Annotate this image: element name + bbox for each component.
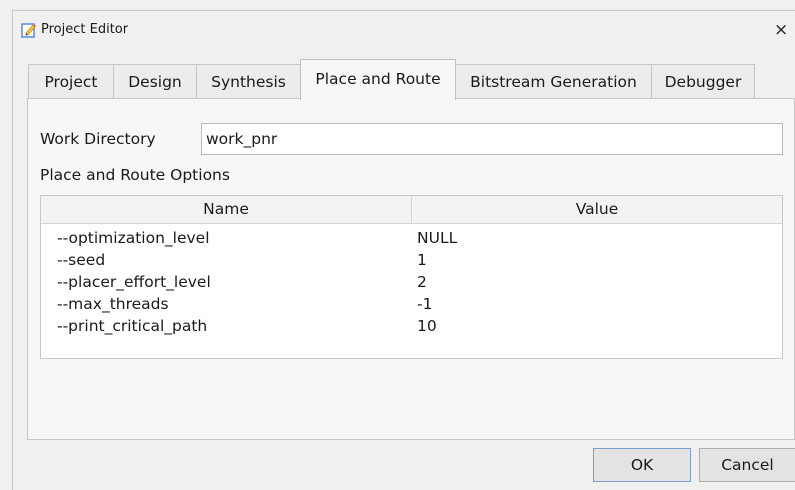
option-value[interactable]: 2 <box>417 271 427 293</box>
option-name: --max_threads <box>57 295 169 313</box>
tab-bitstream-generation[interactable]: Bitstream Generation <box>455 64 652 98</box>
option-name: --optimization_level <box>57 229 210 247</box>
table-row[interactable]: --max_threads -1 <box>41 293 782 315</box>
option-value[interactable]: -1 <box>417 293 432 315</box>
table-row[interactable]: --print_critical_path 10 <box>41 315 782 337</box>
title-bar: Project Editor × <box>13 11 795 49</box>
options-table: Name Value --optimization_level NULL --s… <box>40 195 783 359</box>
table-header: Name Value <box>41 196 782 224</box>
tab-debugger[interactable]: Debugger <box>651 64 755 98</box>
option-value[interactable]: 1 <box>417 249 427 271</box>
work-directory-input[interactable] <box>201 123 783 155</box>
table-row[interactable]: --optimization_level NULL <box>41 227 782 249</box>
option-value[interactable]: 10 <box>417 315 437 337</box>
option-value[interactable]: NULL <box>417 227 457 249</box>
table-row[interactable]: --placer_effort_level 2 <box>41 271 782 293</box>
dialog-footer: OK Cancel <box>13 440 795 490</box>
close-button[interactable]: × <box>774 17 795 43</box>
option-name: --placer_effort_level <box>57 273 211 291</box>
option-name: --seed <box>57 251 106 269</box>
tab-project[interactable]: Project <box>28 64 114 98</box>
table-row[interactable]: --seed 1 <box>41 249 782 271</box>
work-directory-label: Work Directory <box>40 130 156 148</box>
project-editor-window: Project Editor × Project Design Synthesi… <box>12 10 795 490</box>
cancel-button[interactable]: Cancel <box>699 448 795 482</box>
edit-document-icon <box>21 22 37 38</box>
tab-synthesis[interactable]: Synthesis <box>196 64 301 98</box>
window-title: Project Editor <box>41 22 129 37</box>
column-header-name[interactable]: Name <box>41 196 411 223</box>
options-label: Place and Route Options <box>40 166 230 184</box>
ok-button[interactable]: OK <box>593 448 691 482</box>
tab-design[interactable]: Design <box>113 64 197 98</box>
column-header-value[interactable]: Value <box>412 196 782 223</box>
tab-place-and-route[interactable]: Place and Route <box>300 59 456 100</box>
option-name: --print_critical_path <box>57 317 208 335</box>
